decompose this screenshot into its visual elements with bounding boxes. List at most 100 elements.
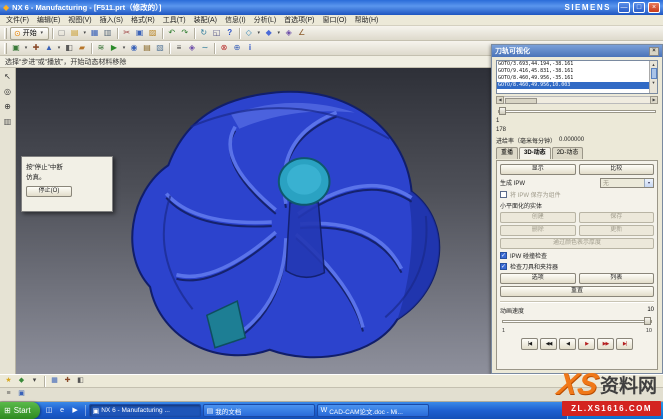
caret-down-icon[interactable]: ▾	[276, 30, 282, 36]
simulate-icon[interactable]: ◉	[128, 42, 140, 54]
save-faceted-button[interactable]: 保存	[579, 212, 655, 223]
task-word-doc[interactable]: W CAD-CAM论文.doc - Mi...	[317, 404, 429, 417]
add-icon[interactable]: ✚	[62, 376, 73, 387]
tab-3d-dynamic[interactable]: 3D-动态	[519, 147, 551, 159]
goto-line-selected[interactable]: GOTO/8.460,49.956,10.003	[497, 82, 649, 89]
grid-icon[interactable]: ▦	[49, 376, 60, 387]
scroll-thumb[interactable]	[651, 68, 657, 79]
goto-line[interactable]: GOTO/3.693,44.194,-38.161	[497, 61, 649, 68]
create-method-icon[interactable]: ◧	[63, 42, 75, 54]
goto-list[interactable]: GOTO/3.693,44.194,-38.161 GOTO/9.416,45.…	[496, 60, 658, 94]
goto-line[interactable]: GOTO/9.416,45.831,-38.161	[497, 68, 649, 75]
reset-button[interactable]: 重置	[500, 286, 654, 297]
show-desktop-icon[interactable]: ◫	[44, 405, 55, 416]
combo-caret-icon[interactable]: ▾	[644, 179, 653, 187]
menu-edit[interactable]: 编辑(E)	[33, 15, 64, 25]
panel-close-icon[interactable]: ×	[649, 47, 659, 56]
compare-button[interactable]: 比较	[579, 164, 655, 175]
show-button[interactable]: 显示	[500, 164, 576, 175]
animation-slider-thumb[interactable]	[644, 317, 651, 325]
step-backward-button[interactable]: ◀◀	[540, 338, 557, 350]
menu-insert[interactable]: 插入(S)	[96, 15, 127, 25]
slider-thumb[interactable]	[499, 107, 506, 115]
options-icon[interactable]: ⊕	[231, 42, 243, 54]
menu-help[interactable]: 帮助(H)	[351, 15, 383, 25]
delete-faceted-button[interactable]: 删除	[500, 225, 576, 236]
menu-format[interactable]: 格式(R)	[127, 15, 159, 25]
goto-line[interactable]: GOTO/8.460,49.956,-35.161	[497, 75, 649, 82]
caret-down-icon[interactable]: ▾	[256, 30, 262, 36]
view-orient-icon[interactable]: ◇	[243, 27, 255, 39]
scroll-right-icon[interactable]: ▶	[650, 96, 658, 104]
tab-replay[interactable]: 重播	[496, 147, 518, 159]
redo-icon[interactable]: ↷	[179, 27, 191, 39]
browser-icon[interactable]: e	[57, 405, 68, 416]
scroll-down-icon[interactable]: ▼	[652, 79, 656, 86]
start-button[interactable]: ⊞ Start	[0, 402, 40, 419]
update-faceted-button[interactable]: 更新	[579, 225, 655, 236]
create-tool-icon[interactable]: ✚	[30, 42, 42, 54]
generate-toolpath-icon[interactable]: ≋	[95, 42, 107, 54]
pan-icon[interactable]: ◎	[2, 86, 14, 98]
paste-icon[interactable]: ▨	[147, 27, 159, 39]
menu-information[interactable]: 信息(I)	[221, 15, 250, 25]
graphics-viewport[interactable]: 按“停止”中断 仿真。 停止(O)	[16, 68, 491, 374]
tab-2d-dynamic[interactable]: 2D-动态	[552, 147, 584, 159]
check-tool-holder-checkbox[interactable]: ✓	[500, 263, 507, 270]
caret-down-icon[interactable]: ▾	[121, 45, 127, 51]
menu-assemblies[interactable]: 装配(A)	[190, 15, 221, 25]
go-to-start-button[interactable]: |◀	[521, 338, 538, 350]
dropdown-caret-icon[interactable]: ▾	[29, 376, 40, 387]
menu-analysis[interactable]: 分析(L)	[250, 15, 281, 25]
create-faceted-button[interactable]: 创建	[500, 212, 576, 223]
close-button[interactable]: ×	[648, 2, 660, 13]
maximize-button[interactable]: □	[633, 2, 645, 13]
create-program-icon[interactable]: ▣	[10, 42, 22, 54]
task-my-documents[interactable]: ▤ 我的文档	[203, 404, 315, 417]
collision-list-button[interactable]: 列表	[579, 273, 655, 284]
menu-view[interactable]: 视图(V)	[64, 15, 95, 25]
machine-tool-icon[interactable]: ◈	[186, 42, 198, 54]
copy-icon[interactable]: ▣	[134, 27, 146, 39]
menu-preferences[interactable]: 首选项(P)	[280, 15, 318, 25]
half-shade-icon[interactable]: ◧	[75, 376, 86, 387]
menu-file[interactable]: 文件(F)	[2, 15, 33, 25]
shop-doc-icon[interactable]: ▧	[154, 42, 166, 54]
create-operation-icon[interactable]: ▰	[76, 42, 88, 54]
scroll-left-icon[interactable]: ◀	[496, 96, 504, 104]
postprocess-icon[interactable]: ▤	[141, 42, 153, 54]
media-player-icon[interactable]: ▶	[70, 405, 81, 416]
minimize-button[interactable]: —	[618, 2, 630, 13]
save-ipw-checkbox[interactable]	[500, 191, 507, 198]
select-arrow-icon[interactable]: ↖	[2, 71, 14, 83]
stop-button[interactable]: 停止(O)	[26, 186, 72, 197]
refresh-icon[interactable]: ↻	[198, 27, 210, 39]
task-nx[interactable]: ▣ NX 6 - Manufacturing ...	[89, 404, 201, 417]
list-vertical-scrollbar[interactable]: ▲ ▼	[649, 61, 657, 93]
document-icon[interactable]: ▣	[16, 389, 27, 400]
palette-icon[interactable]: ◆	[16, 376, 27, 387]
collision-options-button[interactable]: 选项	[500, 273, 576, 284]
caret-down-icon[interactable]: ▾	[56, 45, 62, 51]
thickness-by-color-button[interactable]: 通过颜色表示厚度	[500, 238, 654, 249]
go-to-end-button[interactable]: ▶|	[616, 338, 633, 350]
print-icon[interactable]: ▥	[102, 27, 114, 39]
scroll-track[interactable]	[504, 96, 650, 104]
scroll-thumb[interactable]	[505, 98, 537, 104]
open-icon[interactable]: ▤	[69, 27, 81, 39]
info-icon[interactable]: i	[244, 42, 256, 54]
menu-tools[interactable]: 工具(T)	[159, 15, 190, 25]
cut-icon[interactable]: ✂	[121, 27, 133, 39]
toolbar-grip[interactable]	[4, 43, 7, 54]
favorites-star-icon[interactable]: ★	[3, 376, 14, 387]
nx-start-menu-button[interactable]: ⊙ 开始 ▾	[10, 27, 49, 40]
play-backward-button[interactable]: ◀	[559, 338, 576, 350]
shaded-view-icon[interactable]: ◆	[263, 27, 275, 39]
resource-bar-icon[interactable]: ▥	[2, 116, 14, 128]
help-icon[interactable]: ?	[224, 27, 236, 39]
scroll-up-icon[interactable]: ▲	[652, 61, 656, 68]
verify-toolpath-icon[interactable]: ▶	[108, 42, 120, 54]
caret-down-icon[interactable]: ▾	[23, 45, 29, 51]
new-file-icon[interactable]: ▢	[56, 27, 68, 39]
window-cascade-icon[interactable]: ◱	[211, 27, 223, 39]
